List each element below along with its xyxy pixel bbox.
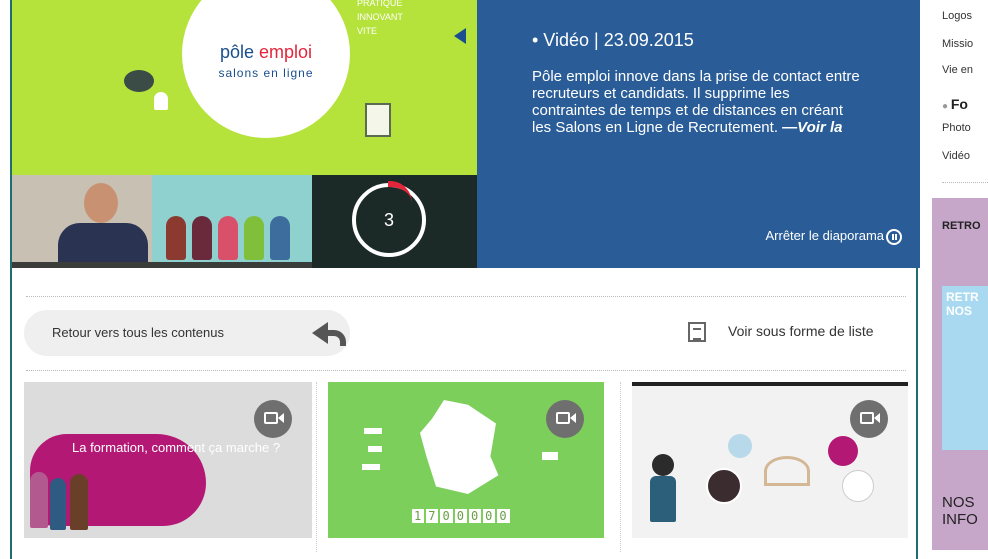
- video-camera-icon: [254, 400, 292, 438]
- person-icon: [154, 92, 168, 110]
- pole-emploi-logo: pôle emploi salons en ligne: [182, 0, 350, 138]
- video-card-2[interactable]: 1700000: [328, 382, 604, 538]
- list-view-link[interactable]: Voir sous forme de liste: [728, 323, 874, 339]
- slide-tagline: PRATIQUE INNOVANT VITE: [357, 0, 403, 36]
- pause-icon: [886, 228, 902, 245]
- back-label: Retour vers tous les contenus: [52, 325, 224, 340]
- sidebar-retro-heading: RETRO: [942, 220, 981, 232]
- stop-slideshow-label: Arrêter le diaporama: [765, 228, 885, 243]
- sidebar-link-vie[interactable]: Vie en: [942, 64, 973, 76]
- sidebar-link-video[interactable]: Vidéo: [942, 150, 970, 162]
- sidebar-section-heading: ● Fo: [942, 96, 968, 112]
- timer-value: 3: [383, 210, 394, 230]
- stop-slideshow-button[interactable]: Arrêter le diaporama: [765, 228, 902, 245]
- cartoon-scene: [152, 175, 312, 268]
- countdown-timer: 3: [312, 175, 477, 268]
- presenter-head: [84, 183, 118, 223]
- sidebar-link-photo[interactable]: Photo: [942, 122, 971, 134]
- france-map: [420, 400, 499, 494]
- divider: [26, 370, 906, 371]
- document-icon: [365, 103, 391, 137]
- video-camera-icon: [546, 400, 584, 438]
- video-card-3[interactable]: [632, 382, 908, 538]
- slide-description: Pôle emploi innove dans la prise de cont…: [532, 68, 860, 136]
- prev-arrow-icon[interactable]: [454, 28, 466, 44]
- sidebar-link-mission[interactable]: Missio: [942, 38, 973, 50]
- sidebar-promo-text: RETR NOS: [946, 290, 979, 318]
- main-content: pôle emploi salons en ligne PRATIQUE INN…: [10, 0, 920, 559]
- counter-display: 1700000: [412, 509, 510, 523]
- slide-caption-panel: • Vidéo | 23.09.2015 Pôle emploi innove …: [477, 0, 920, 268]
- slideshow-visual: pôle emploi salons en ligne PRATIQUE INN…: [12, 0, 520, 268]
- slide-image[interactable]: pôle emploi salons en ligne PRATIQUE INN…: [12, 0, 520, 175]
- sidebar-link-logos[interactable]: Logos: [942, 10, 972, 22]
- see-more-link[interactable]: —Voir la: [782, 119, 842, 136]
- right-sidebar: Logos Missio Vie en ● Fo Photo Vidéo RET…: [932, 0, 988, 559]
- video-camera-icon: [850, 400, 888, 438]
- logo-subtitle: salons en ligne: [218, 66, 314, 80]
- logo-text: pôle emploi: [219, 42, 313, 62]
- chat-bubble-icon: [124, 70, 154, 92]
- slide-thumbnail[interactable]: [12, 175, 312, 268]
- card-separator: [316, 382, 317, 552]
- card-separator: [620, 382, 621, 552]
- video-card-1[interactable]: La formation, comment ça marche ?: [24, 382, 312, 538]
- list-view-icon[interactable]: [688, 322, 706, 342]
- card-overlay-text: La formation, comment ça marche ?: [72, 440, 281, 455]
- back-arrow-icon: [312, 322, 346, 346]
- sidebar-nos-info[interactable]: NOS INFO: [942, 494, 988, 528]
- video-date: • Vidéo | 23.09.2015: [532, 30, 694, 50]
- back-to-all-button[interactable]: Retour vers tous les contenus: [24, 310, 350, 356]
- divider: [26, 296, 906, 297]
